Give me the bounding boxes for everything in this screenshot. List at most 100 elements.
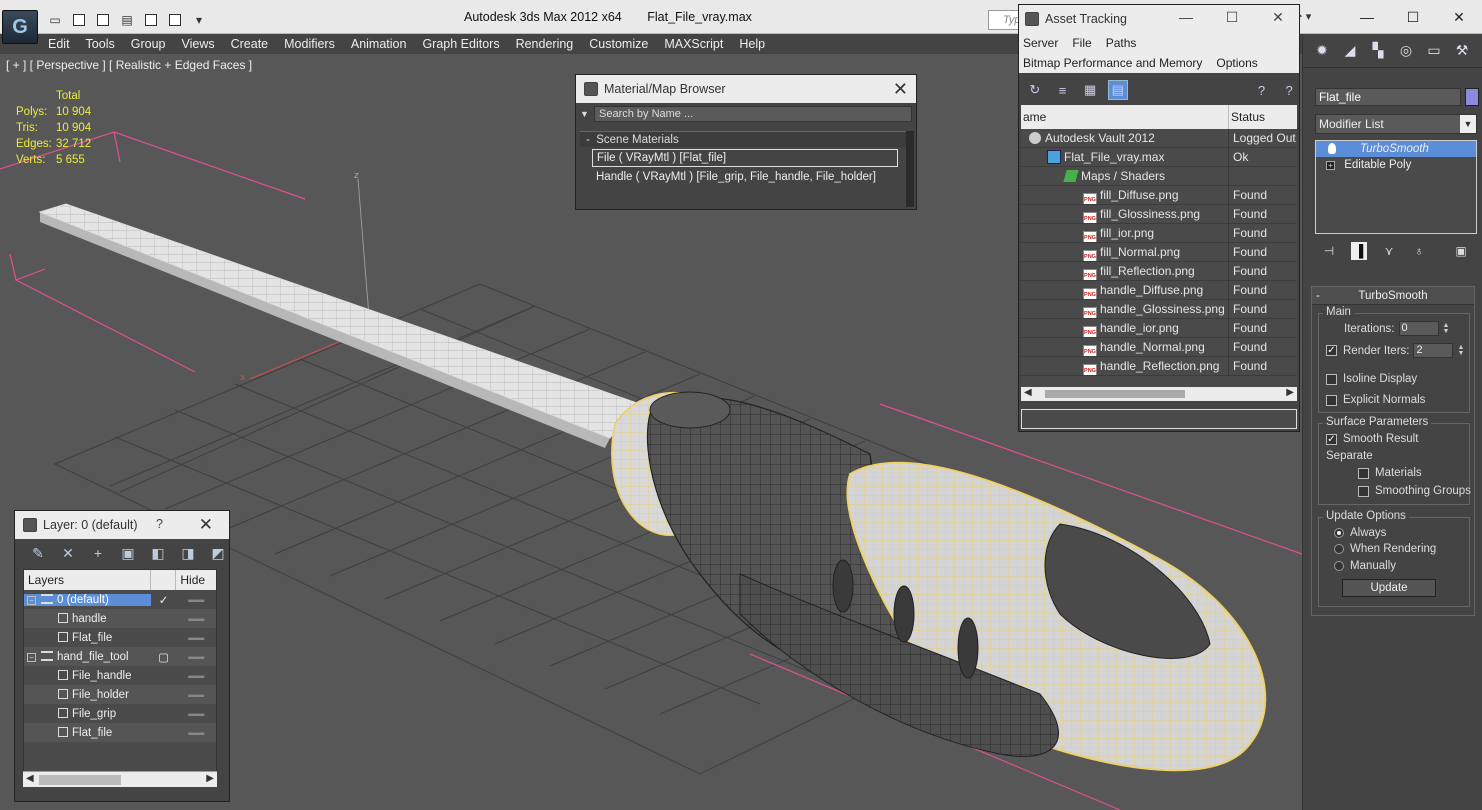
menu-edit[interactable]: Edit [40, 34, 78, 54]
make-unique-icon[interactable]: ⋎ [1381, 242, 1397, 260]
scroll-thumb[interactable] [39, 775, 121, 785]
maximize-button[interactable]: ☐ [1390, 6, 1436, 28]
create-layer-icon[interactable]: ✎ [29, 544, 47, 562]
collapse-icon[interactable]: − [27, 595, 36, 605]
asset-path-field[interactable] [1021, 409, 1297, 429]
asset-row[interactable]: Maps / Shaders [1021, 167, 1297, 186]
always-radio[interactable] [1334, 528, 1344, 538]
asset-row[interactable]: Flat_File_vray.max Ok [1021, 148, 1297, 167]
asset-menu-paths[interactable]: Paths [1106, 36, 1137, 50]
asset-horizontal-scrollbar[interactable]: ◀ ▶ [1021, 387, 1297, 401]
menu-graph-editors[interactable]: Graph Editors [414, 34, 507, 54]
hide-toggle[interactable]: ▬▬ [177, 728, 217, 737]
manually-radio[interactable] [1334, 561, 1344, 571]
refresh-icon[interactable]: ↻ [1025, 80, 1045, 100]
app-logo-icon[interactable]: G [2, 10, 38, 44]
stack-item-turbosmooth[interactable]: TurboSmooth [1316, 141, 1476, 157]
spinner-arrows-icon[interactable]: ▲ ▼ [1443, 322, 1450, 335]
layer-object-row[interactable]: File_grip ▬▬ [24, 704, 216, 723]
modify-tab-icon[interactable]: ◢ [1339, 40, 1361, 62]
hide-all-layers-icon[interactable]: ◨ [179, 544, 197, 562]
materials-checkbox[interactable] [1358, 467, 1369, 479]
minimize-button[interactable]: — [1344, 6, 1390, 28]
asset-row[interactable]: PNG fill_Glossiness.png Found [1021, 205, 1297, 224]
project-folder-icon[interactable] [164, 11, 186, 29]
asset-tracking-titlebar[interactable]: Asset Tracking — ☐ ✕ [1019, 5, 1299, 33]
asset-menu-server[interactable]: Server [1023, 36, 1058, 50]
material-search-input[interactable]: Search by Name ... [594, 106, 912, 122]
hide-toggle[interactable]: ▬▬ [177, 690, 217, 699]
close-icon[interactable]: ✕ [893, 79, 908, 100]
help-icon[interactable]: ? [1252, 80, 1272, 100]
asset-row[interactable]: PNG handle_Diffuse.png Found [1021, 281, 1297, 300]
menu-help[interactable]: Help [731, 34, 773, 54]
freeze-all-layers-icon[interactable]: ◩ [209, 544, 227, 562]
utilities-tab-icon[interactable]: ⚒ [1451, 40, 1473, 62]
scroll-left-icon[interactable]: ◀ [26, 773, 34, 784]
column-hide[interactable]: Hide [176, 570, 216, 590]
expand-icon[interactable]: + [1326, 161, 1335, 170]
list-view-icon[interactable]: ≡ [1053, 80, 1073, 100]
create-tab-icon[interactable]: ✹ [1311, 40, 1333, 62]
object-color-swatch[interactable] [1465, 88, 1479, 106]
select-in-layer-icon[interactable]: ▣ [119, 544, 137, 562]
isoline-checkbox[interactable] [1326, 373, 1337, 385]
scroll-thumb[interactable] [1045, 390, 1185, 398]
menu-views[interactable]: Views [173, 34, 222, 54]
viewport-label[interactable]: [ + ] [ Perspective ] [ Realistic + Edge… [6, 58, 252, 72]
layer-object-row[interactable]: Flat_file ▬▬ [24, 628, 216, 647]
scroll-right-icon[interactable]: ▶ [206, 773, 214, 784]
thumbnail-view-icon[interactable]: ▦ [1080, 80, 1100, 100]
layer-object-row[interactable]: Flat_file ▬▬ [24, 723, 216, 742]
pin-stack-icon[interactable]: ⊣ [1321, 242, 1337, 260]
asset-row[interactable]: PNG fill_Normal.png Found [1021, 243, 1297, 262]
layer-horizontal-scrollbar[interactable]: ◀ ▶ [23, 771, 217, 787]
stack-item-editable-poly[interactable]: + Editable Poly [1316, 157, 1476, 173]
show-end-result-icon[interactable]: ▐ [1351, 242, 1367, 260]
light-bulb-icon[interactable] [1328, 143, 1336, 154]
menu-create[interactable]: Create [223, 34, 277, 54]
object-name-field[interactable]: Flat_file [1315, 88, 1461, 106]
asset-row[interactable]: PNG handle_Normal.png Found [1021, 338, 1297, 357]
scroll-left-icon[interactable]: ◀ [1024, 387, 1032, 398]
column-name[interactable]: ame [1021, 105, 1229, 129]
column-layers[interactable]: Layers [24, 570, 151, 590]
scroll-right-icon[interactable]: ▶ [1286, 387, 1294, 398]
new-scene-icon[interactable] [140, 11, 162, 29]
minimize-button[interactable]: — [1163, 9, 1209, 26]
menu-modifiers[interactable]: Modifiers [276, 34, 343, 54]
table-view-icon[interactable]: ▤ [1107, 80, 1128, 100]
when-rendering-radio[interactable] [1334, 544, 1344, 554]
add-to-layer-icon[interactable]: + [89, 544, 107, 562]
material-scrollbar[interactable] [906, 131, 914, 207]
scene-materials-group[interactable]: - Scene Materials [580, 131, 912, 147]
menu-tools[interactable]: Tools [78, 34, 123, 54]
hold-icon[interactable]: ▤ [116, 11, 138, 29]
layer-object-row[interactable]: handle ▬▬ [24, 609, 216, 628]
current-layer-toggle[interactable]: ✓ [151, 593, 177, 607]
collapse-icon[interactable]: − [27, 652, 36, 662]
settings-help-icon[interactable]: ? [1279, 80, 1299, 100]
hide-toggle[interactable]: ▬▬ [177, 671, 217, 680]
asset-row[interactable]: PNG fill_ior.png Found [1021, 224, 1297, 243]
smooth-result-checkbox[interactable]: ✓ [1326, 433, 1337, 445]
menu-rendering[interactable]: Rendering [508, 34, 582, 54]
delete-layer-icon[interactable]: ✕ [59, 544, 77, 562]
hierarchy-tab-icon[interactable]: ▚ [1367, 40, 1389, 62]
render-iters-checkbox[interactable]: ✓ [1326, 345, 1337, 356]
hide-toggle[interactable]: ▬▬ [177, 614, 217, 623]
explicit-normals-checkbox[interactable] [1326, 394, 1337, 406]
current-layer-toggle[interactable]: ▢ [151, 650, 177, 664]
layer-manager-titlebar[interactable]: Layer: 0 (default) ? ✕ [15, 511, 229, 539]
asset-row[interactable]: Autodesk Vault 2012 Logged Out [1021, 129, 1297, 148]
asset-row[interactable]: PNG fill_Reflection.png Found [1021, 262, 1297, 281]
update-button[interactable]: Update [1342, 579, 1436, 597]
modifier-list-dropdown[interactable]: Modifier List ▼ [1315, 114, 1477, 134]
asset-row[interactable]: PNG handle_Glossiness.png Found [1021, 300, 1297, 319]
layer-object-row[interactable]: File_handle ▬▬ [24, 666, 216, 685]
motion-tab-icon[interactable]: ◎ [1395, 40, 1417, 62]
hide-toggle[interactable]: ▬▬ [176, 652, 216, 661]
column-status[interactable]: Status [1229, 105, 1297, 129]
remove-modifier-icon[interactable]: ♁ [1411, 242, 1427, 260]
hide-toggle[interactable]: ▬▬ [176, 595, 216, 604]
